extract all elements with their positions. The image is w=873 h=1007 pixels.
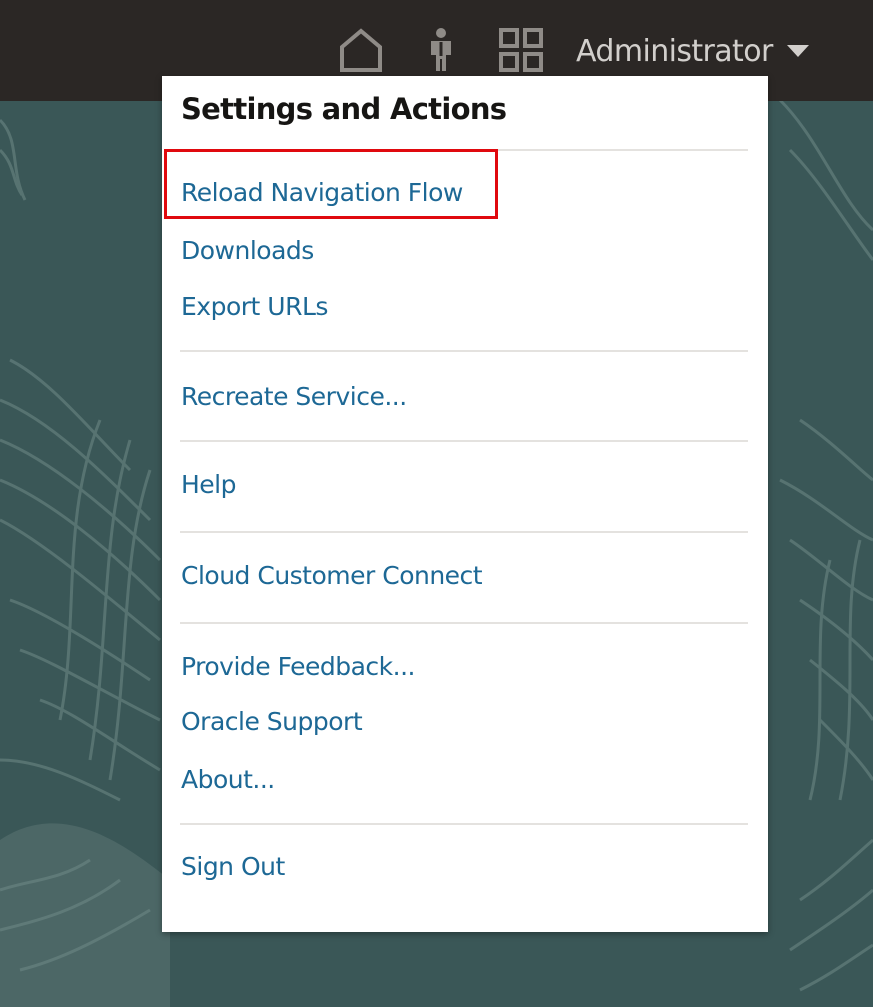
highlight-box: [164, 149, 498, 219]
grid-icon[interactable]: [497, 26, 545, 74]
divider: [180, 823, 748, 825]
divider: [180, 440, 748, 442]
divider: [180, 531, 748, 533]
person-icon[interactable]: [417, 26, 465, 74]
user-name: Administrator: [576, 33, 773, 69]
menu-item-provide-feedback[interactable]: Provide Feedback...: [181, 651, 416, 683]
menu-item-cloud-customer-connect[interactable]: Cloud Customer Connect: [181, 560, 483, 592]
menu-item-about[interactable]: About...: [181, 764, 275, 796]
menu-item-recreate-service[interactable]: Recreate Service...: [181, 381, 407, 413]
menu-item-sign-out[interactable]: Sign Out: [181, 851, 285, 883]
divider: [180, 622, 748, 624]
menu-item-oracle-support[interactable]: Oracle Support: [181, 706, 363, 738]
caret-down-icon: [786, 45, 809, 57]
home-icon[interactable]: [337, 26, 385, 74]
menu-item-help[interactable]: Help: [181, 469, 237, 501]
settings-and-actions-menu: Settings and Actions Reload Navigation F…: [162, 76, 768, 932]
divider: [180, 350, 748, 352]
menu-item-export-urls[interactable]: Export URLs: [181, 291, 328, 323]
menu-item-downloads[interactable]: Downloads: [181, 235, 314, 267]
menu-title: Settings and Actions: [181, 92, 507, 126]
user-menu-button[interactable]: Administrator: [576, 28, 809, 74]
